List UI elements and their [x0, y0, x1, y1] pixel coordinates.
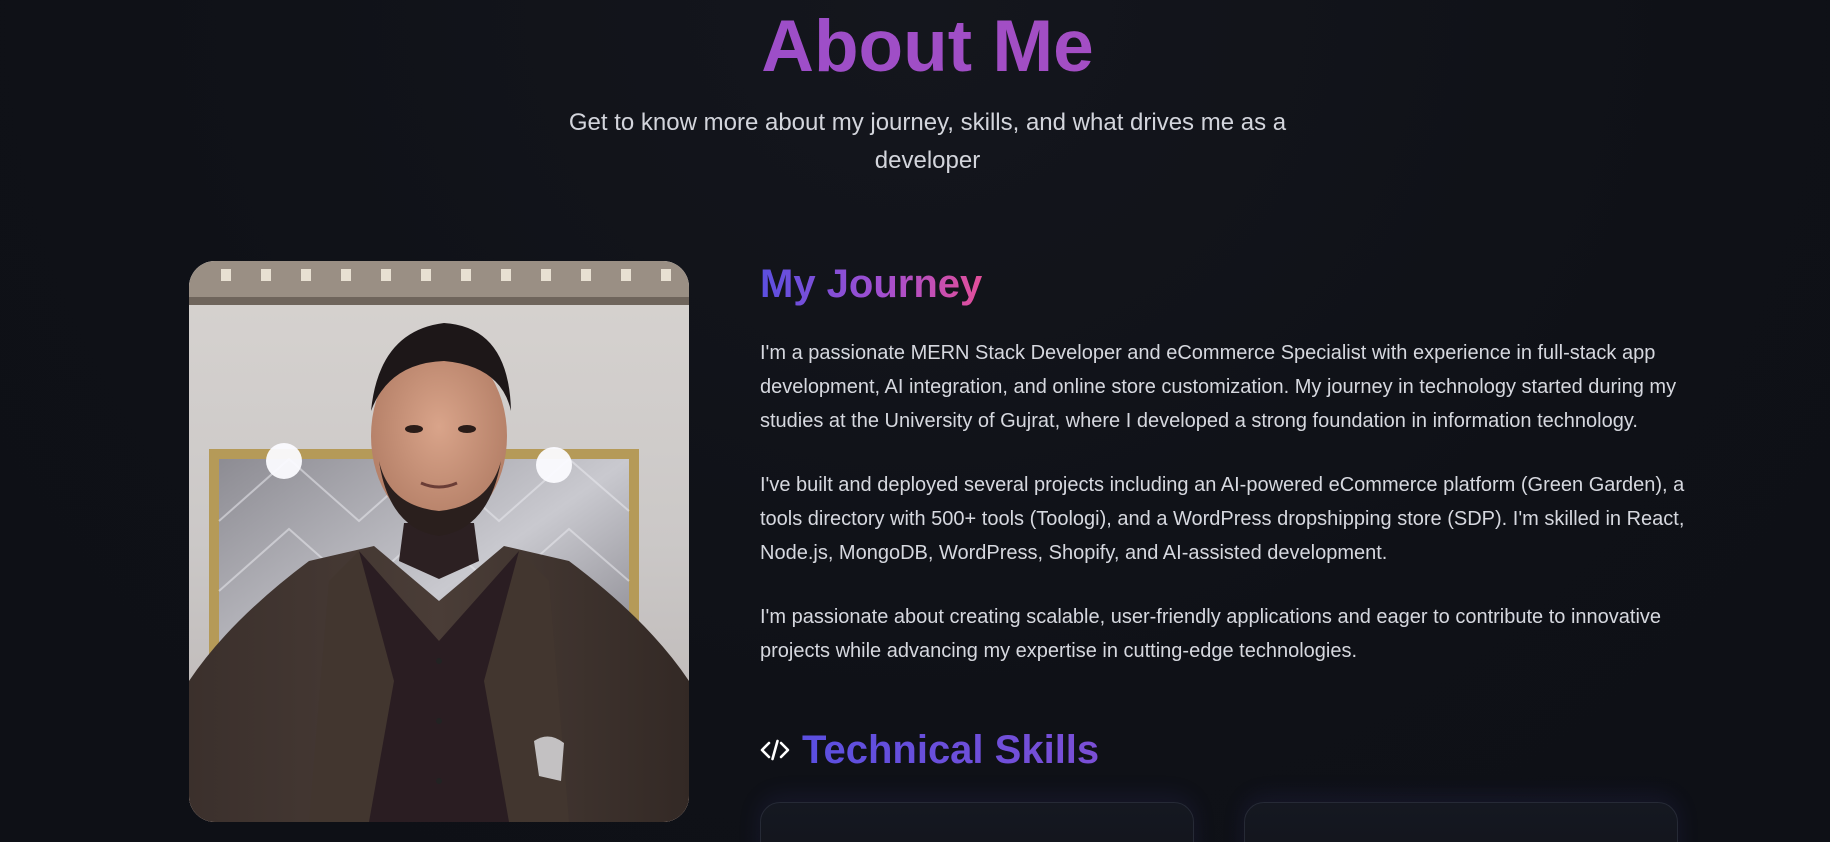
skills-heading: Technical Skills — [760, 722, 1099, 778]
journey-block: My Journey I'm a passionate MERN Stack D… — [760, 258, 1690, 668]
skills-title: Technical Skills — [802, 724, 1099, 776]
about-section: About Me Get to know more about my journ… — [0, 0, 1830, 842]
journey-title: My Journey — [760, 258, 982, 310]
section-subtitle: Get to know more about my journey, skill… — [568, 109, 1287, 174]
journey-paragraph: I'm a passionate MERN Stack Developer an… — [760, 342, 1677, 432]
section-title: About Me — [0, 4, 1830, 90]
code-icon — [760, 735, 790, 765]
skill-card — [1244, 802, 1678, 842]
journey-paragraph: I'm passionate about creating scalable, … — [760, 606, 1662, 662]
profile-photo — [189, 261, 689, 822]
skill-card — [760, 802, 1194, 842]
journey-paragraph: I've built and deployed several projects… — [760, 474, 1685, 564]
